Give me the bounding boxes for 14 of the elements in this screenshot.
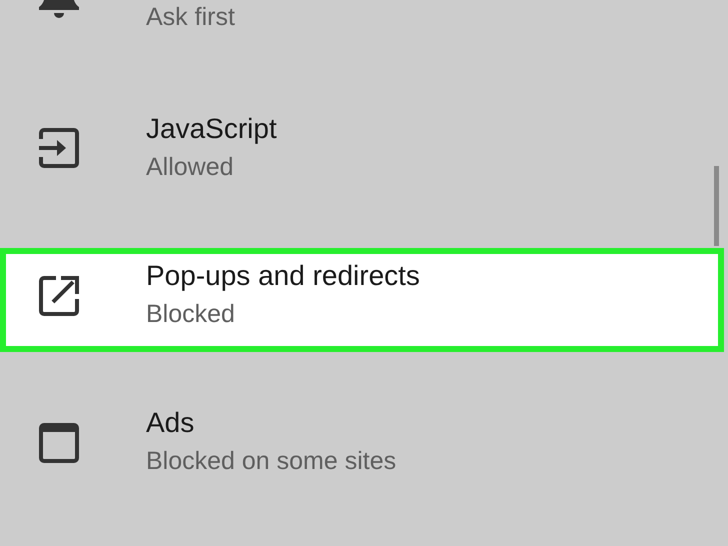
setting-title: Pop-ups and redirects <box>146 259 420 293</box>
open-in-new-icon <box>37 274 81 318</box>
setting-title: Ads <box>146 406 196 440</box>
setting-status: Blocked <box>146 299 236 330</box>
setting-status: Blocked on some sites <box>146 446 396 477</box>
settings-item[interactable]: Ask first <box>0 0 724 58</box>
settings-item[interactable]: Pop-ups and redirects Blocked <box>0 248 724 352</box>
setting-status: Allowed <box>146 152 235 183</box>
setting-title: JavaScript <box>146 112 277 146</box>
sign-in-icon <box>37 127 81 171</box>
settings-item[interactable]: JavaScript Allowed <box>0 101 724 205</box>
window-icon <box>37 421 81 465</box>
settings-item[interactable]: Ads Blocked on some sites <box>0 395 724 499</box>
setting-status: Ask first <box>146 2 235 33</box>
